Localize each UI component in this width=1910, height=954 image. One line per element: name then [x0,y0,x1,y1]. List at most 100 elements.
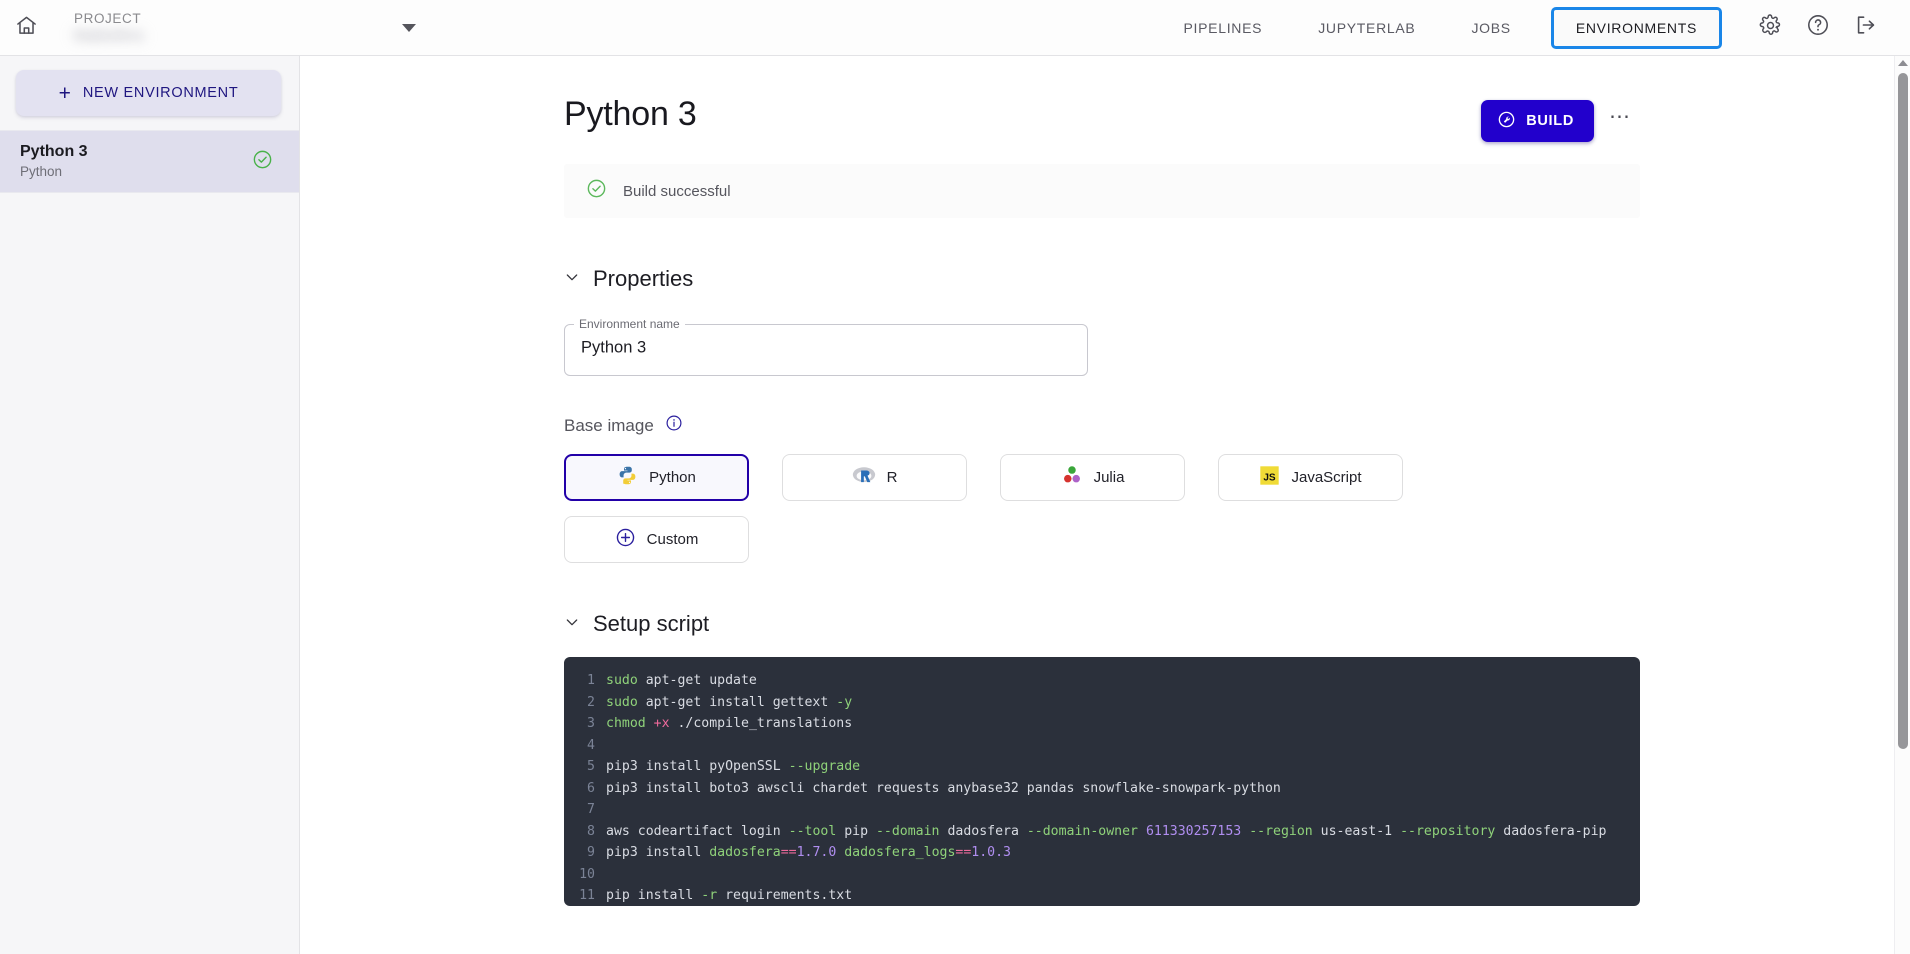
code-line-number: 10 [579,866,595,882]
sidebar-item-python-3[interactable]: Python 3 Python [0,130,299,193]
scrollbar-thumb[interactable] [1898,73,1908,749]
code-line-number: 5 [587,759,595,774]
base-image-option-python[interactable]: Python [564,454,749,501]
code-line: 2 sudo apt-get install gettext -y [564,692,1640,714]
base-image-option-label: Julia [1093,469,1125,486]
code-line-number: 4 [587,737,595,753]
code-line-content: pip install -r requirements.txt [606,888,853,903]
environment-name-field[interactable]: Environment name Python 3 [564,318,1088,376]
code-line-number: 7 [587,802,595,817]
base-image-option-label: Python [649,469,696,486]
new-environment-button[interactable]: + NEW ENVIRONMENT [16,70,281,116]
python-logo-icon [617,465,638,491]
code-line: 9 pip3 install dadosfera==1.7.0 dadosfera… [564,842,1640,864]
julia-logo-icon [1061,464,1083,491]
topbar-icon-group [1734,6,1910,50]
base-image-options-row-2: Custom [564,516,1892,563]
home-button[interactable] [0,0,52,56]
properties-section-header[interactable]: Properties [564,266,1892,292]
build-status-text: Build successful [623,182,731,200]
code-line: 1 sudo apt-get update [564,670,1640,692]
code-line: 11 pip install -r requirements.txt [564,885,1640,906]
build-wrench-icon [1497,110,1516,132]
code-line-content: pip3 install boto3 awscli chardet reques… [606,780,1281,796]
page-scrollbar[interactable] [1894,56,1910,954]
base-image-option-custom[interactable]: Custom [564,516,749,563]
chevron-down-icon [564,269,580,290]
help-button[interactable] [1796,6,1840,50]
tab-jobs[interactable]: JOBS [1443,0,1538,56]
sidebar-item-subtitle: Python [20,164,63,180]
code-line-content: chmod +x ./compile_translations [606,716,853,731]
new-environment-label: NEW ENVIRONMENT [82,85,239,101]
main-nav-tabs: PIPELINES JUPYTERLAB JOBS ENVIRONMENTS [1156,0,1734,56]
code-line: 7 [564,799,1640,821]
code-line-content: sudo apt-get update [606,673,757,688]
build-button[interactable]: BUILD [1481,100,1594,142]
page-title: Python 3 [564,95,697,133]
properties-section-title: Properties [593,266,694,291]
code-line: 3 chmod +x ./compile_translations [564,713,1640,735]
logout-button[interactable] [1844,6,1888,50]
svg-text:JS: JS [1264,472,1277,483]
setup-script-section-header[interactable]: Setup script [564,611,1892,637]
code-line: 6 pip3 install boto3 awscli chardet reque… [564,778,1640,800]
base-image-label: Base image [564,415,654,435]
code-line-number: 3 [587,716,595,731]
code-line: 8 aws codeartifact login --tool pip --dom… [564,821,1640,843]
check-circle-icon [252,149,273,175]
main-content: Python 3 BUILD ⋯ Build successful Proper… [300,56,1892,954]
r-logo-icon [852,465,876,491]
caret-up-icon[interactable] [1898,60,1908,66]
tab-jupyterlab[interactable]: JUPYTERLAB [1290,0,1443,56]
base-image-option-label: Custom [646,531,699,548]
check-circle-icon [586,178,607,204]
sidebar-item-texts: Python 3 Python [20,142,252,181]
code-line-content: pip3 install pyOpenSSL --upgrade [606,759,861,774]
tab-pipelines[interactable]: PIPELINES [1156,0,1291,56]
setup-script-editor[interactable]: 1 sudo apt-get update 2 sudo apt-get instal… [564,657,1640,906]
javascript-logo-icon: JS [1259,465,1280,491]
build-status-alert: Build successful [564,164,1640,218]
gear-icon [1759,13,1782,42]
project-selector[interactable]: PROJECT Dadosfera [52,0,472,56]
header-actions: BUILD ⋯ [1481,96,1640,142]
logout-icon [1854,13,1878,42]
more-options-button[interactable]: ⋯ [1600,101,1640,141]
code-line-number: 11 [579,888,595,903]
home-icon [15,14,38,42]
help-circle-icon [1806,13,1830,42]
content-column: Python 3 BUILD ⋯ Build successful Proper… [300,56,1892,906]
base-image-option-javascript[interactable]: JS JavaScript [1218,454,1403,501]
info-circle-icon[interactable] [665,414,683,437]
new-environment-wrap: + NEW ENVIRONMENT [0,56,299,130]
project-label: PROJECT [74,11,142,27]
environment-name-input[interactable]: Python 3 [581,338,646,357]
code-line: 5 pip3 install pyOpenSSL --upgrade [564,756,1640,778]
tab-environments[interactable]: ENVIRONMENTS [1550,6,1722,49]
environment-name-label: Environment name [579,317,680,331]
code-line-number: 2 [587,694,595,710]
code-line-content: aws codeartifact login --tool pip --doma… [606,823,1607,839]
code-line-number: 9 [587,845,595,860]
base-image-option-julia[interactable]: Julia [1000,454,1185,501]
code-line: 4 [564,735,1640,757]
base-image-option-label: R [886,469,898,486]
sidebar-item-label: Python 3 [20,143,88,161]
code-line-content: pip3 install dadosfera==1.7.0 dadosfera_… [606,845,1011,860]
base-image-option-label: JavaScript [1291,469,1362,486]
code-line-content: sudo apt-get install gettext -y [606,694,853,710]
setup-script-section-title: Setup script [593,611,710,636]
chevron-down-icon [564,614,580,635]
settings-button[interactable] [1748,6,1792,50]
top-bar: PROJECT Dadosfera PIPELINES JUPYTERLAB J… [0,0,1910,56]
base-image-option-r[interactable]: R [782,454,967,501]
code-line-number: 1 [587,673,595,688]
plus-icon: + [58,81,71,105]
code-line-number: 6 [587,780,595,796]
code-line: 10 [564,864,1640,886]
project-name-value: Dadosfera [74,28,284,43]
page-header: Python 3 BUILD ⋯ [564,95,1640,142]
base-image-header: Base image [564,414,1892,437]
code-line-number: 8 [587,823,595,839]
